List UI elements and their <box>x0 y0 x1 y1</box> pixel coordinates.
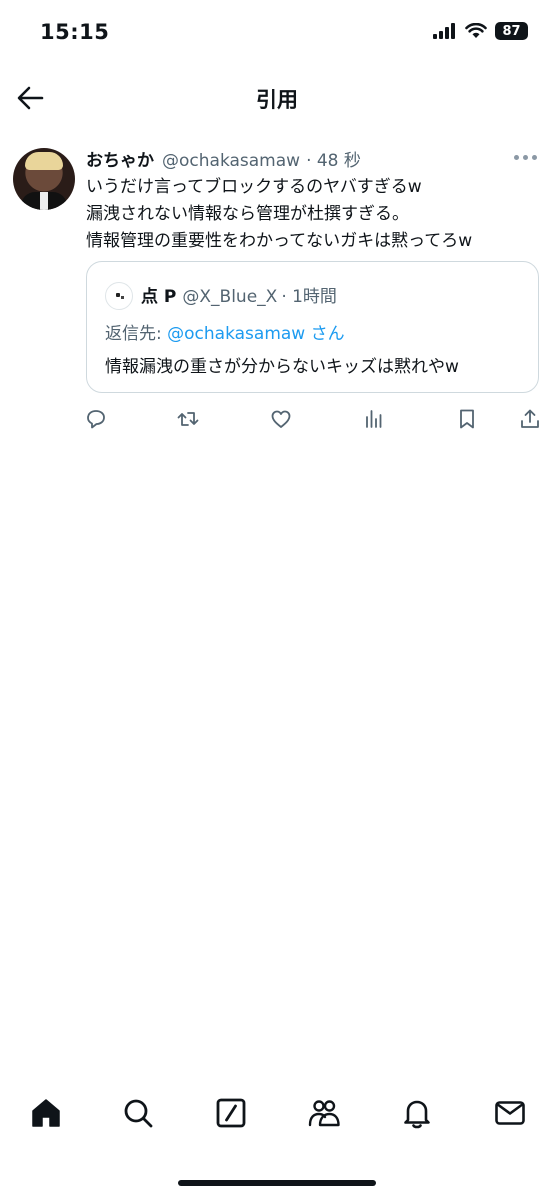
tab-search[interactable] <box>121 1096 155 1130</box>
bookmark-icon <box>460 409 474 429</box>
reply-prefix: 返信先: <box>105 324 168 344</box>
author-name[interactable]: おちゃか <box>86 146 154 171</box>
tweet-text: いうだけ言ってブロックするのヤバすぎるw 漏洩されない情報なら管理が杜撰すぎる。… <box>86 174 546 255</box>
tweet-actions <box>0 407 554 433</box>
compose-icon <box>216 1098 246 1128</box>
like-button[interactable] <box>269 407 293 431</box>
messages-icon <box>495 1101 525 1125</box>
author-handle[interactable]: @ochakasamaw <box>162 151 300 171</box>
retweet-icon <box>177 412 199 426</box>
quoted-author-handle: @X_Blue_X <box>182 287 278 307</box>
quoted-author-name: 点 P <box>141 287 177 307</box>
battery-icon: 87 <box>495 22 528 40</box>
quoted-timestamp: · 1時間 <box>281 287 337 307</box>
status-bar: 15:15 87 <box>0 0 554 62</box>
views-icon <box>366 410 382 428</box>
tweet-text-line: 情報管理の重要性をわかってないガキは黙ってろw <box>86 231 473 251</box>
share-icon <box>521 409 539 428</box>
tab-compose[interactable] <box>214 1096 248 1130</box>
reply-icon <box>87 410 105 429</box>
bookmark-button[interactable] <box>455 407 479 431</box>
share-button[interactable] <box>518 407 542 431</box>
views-button[interactable] <box>362 407 386 431</box>
quoted-avatar <box>105 282 133 310</box>
home-icon <box>32 1099 60 1127</box>
like-icon <box>271 410 291 428</box>
more-dots-icon <box>514 155 519 160</box>
search-icon <box>124 1099 153 1128</box>
retweet-button[interactable] <box>176 407 200 431</box>
notifications-icon <box>404 1100 430 1129</box>
tweet-text-line: 漏洩されない情報なら管理が杜撰すぎる。 <box>86 204 409 224</box>
page-header: 引用 <box>0 70 554 126</box>
quoted-author: 点 P @X_Blue_X · 1時間 <box>141 282 337 307</box>
quoted-tweet-text: 情報漏洩の重さが分からないキッズは黙れやw <box>105 357 459 377</box>
communities-icon <box>308 1100 340 1127</box>
status-time: 15:15 <box>40 20 110 44</box>
quoted-reply-context: 返信先: @ochakasamaw さん <box>105 319 345 344</box>
tab-notifications[interactable] <box>400 1096 434 1130</box>
bottom-tab-bar <box>0 1090 554 1140</box>
tab-communities[interactable] <box>307 1096 341 1130</box>
tab-home[interactable] <box>29 1096 63 1130</box>
status-icons: 87 <box>433 22 528 40</box>
reply-button[interactable] <box>84 407 108 431</box>
signal-icon <box>433 23 455 39</box>
tweet-author[interactable]: おちゃか @ochakasamaw · 48 秒 <box>86 146 361 171</box>
tweet-timestamp[interactable]: · 48 秒 <box>306 146 361 171</box>
tab-messages[interactable] <box>493 1096 527 1130</box>
home-indicator[interactable] <box>178 1180 376 1186</box>
reply-suffix: さん <box>305 324 345 344</box>
wifi-icon <box>465 23 487 38</box>
tweet-text-line: いうだけ言ってブロックするのヤバすぎるw <box>86 177 422 197</box>
avatar[interactable] <box>13 148 75 210</box>
page-title: 引用 <box>256 88 298 112</box>
reply-mention-link[interactable]: @ochakasamaw <box>167 324 305 344</box>
quoted-tweet-card[interactable]: 点 P @X_Blue_X · 1時間 返信先: @ochakasamaw さん… <box>86 261 539 393</box>
more-options-button[interactable] <box>514 155 537 160</box>
